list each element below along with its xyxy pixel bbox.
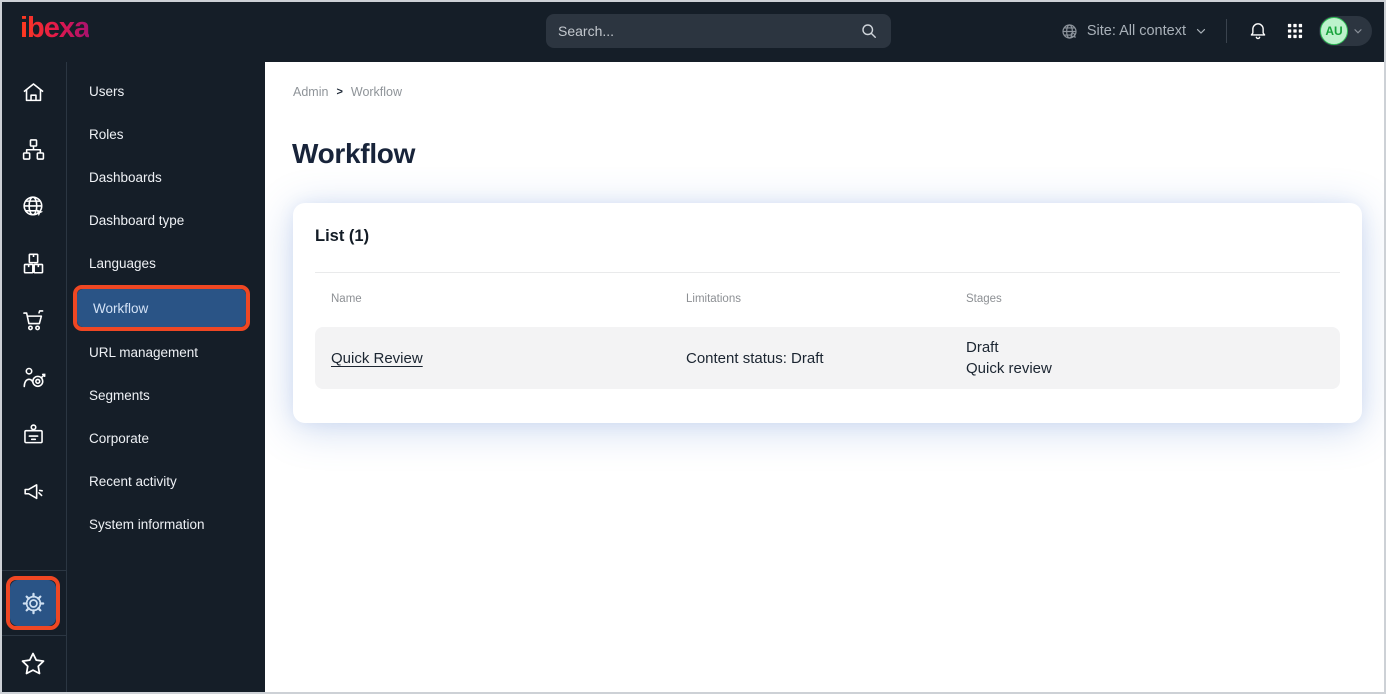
main-nav-rail	[0, 62, 66, 694]
rail-item-commerce[interactable]	[11, 298, 55, 342]
table-row[interactable]: Quick Review Content status: Draft Draft…	[315, 327, 1340, 389]
table-header: Name Limitations Stages	[315, 293, 1340, 305]
sidebar-item-recent-activity[interactable]: Recent activity	[67, 460, 265, 503]
sidebar-item-users[interactable]: Users	[67, 70, 265, 113]
column-header-stages: Stages	[966, 293, 1002, 305]
stage-item: Draft	[966, 339, 999, 356]
rail-item-product-catalog[interactable]	[11, 241, 55, 285]
megaphone-icon	[23, 483, 43, 499]
rail-divider	[0, 570, 66, 571]
chevron-down-icon	[1354, 29, 1362, 34]
rail-bottom-section	[0, 570, 66, 694]
site-context-selector[interactable]: Site: All context	[1060, 22, 1208, 41]
sidebar-item-segments[interactable]: Segments	[67, 374, 265, 417]
star-icon	[21, 652, 45, 675]
workflow-list-card: List (1) Name Limitations Stages Quick R…	[293, 203, 1362, 423]
topbar-right-cluster: Site: All context AU	[1060, 0, 1372, 62]
sidebar-item-workflow[interactable]: Workflow	[77, 289, 246, 327]
topbar: ibexa Site: All context	[0, 0, 1386, 62]
global-search[interactable]	[546, 14, 891, 48]
breadcrumb-admin[interactable]: Admin	[293, 85, 328, 99]
search-icon[interactable]	[859, 21, 879, 41]
notifications-button[interactable]	[1245, 18, 1271, 44]
page-title: Workflow	[292, 138, 416, 169]
annotation-highlight-settings	[6, 576, 60, 630]
rail-item-personalization[interactable]	[11, 355, 55, 399]
sidebar-item-dashboard-type[interactable]: Dashboard type	[67, 199, 265, 242]
chevron-down-icon	[1196, 28, 1206, 34]
annotation-highlight-workflow: Workflow	[73, 285, 250, 331]
admin-menu: Users Roles Dashboards Dashboard type La…	[66, 62, 265, 694]
main-content: Admin > Workflow Workflow List (1) Name …	[265, 62, 1386, 694]
stage-item: Quick review	[966, 360, 1052, 377]
site-globe-cursor-icon	[22, 195, 43, 216]
list-card-title: List (1)	[315, 227, 370, 245]
rail-item-admin-settings[interactable]	[10, 580, 56, 626]
site-context-label: Site: All context	[1086, 23, 1186, 39]
workflow-limitations: Content status: Draft	[686, 349, 824, 367]
grid-icon	[1287, 23, 1303, 39]
bell-icon	[1250, 23, 1266, 40]
shopping-cart-icon	[22, 309, 43, 330]
ibexa-logo[interactable]: ibexa	[20, 12, 90, 45]
rail-item-corporate[interactable]	[11, 412, 55, 456]
personalization-target-icon	[22, 367, 45, 387]
sidebar-item-system-information[interactable]: System information	[67, 503, 265, 546]
breadcrumb-workflow[interactable]: Workflow	[351, 85, 402, 99]
workflow-stages: Draft Quick review	[966, 337, 1324, 379]
user-menu[interactable]: AU	[1319, 16, 1372, 46]
column-header-limitations: Limitations	[686, 293, 741, 305]
sidebar-item-corporate[interactable]: Corporate	[67, 417, 265, 460]
topbar-divider	[1226, 19, 1227, 43]
sidebar-item-languages[interactable]: Languages	[67, 242, 265, 285]
rail-item-content-tree[interactable]	[11, 127, 55, 171]
breadcrumb-separator: >	[336, 86, 343, 98]
card-divider	[315, 272, 1340, 273]
sidebar-item-dashboards[interactable]: Dashboards	[67, 156, 265, 199]
avatar: AU	[1320, 17, 1348, 45]
sidebar-item-roles[interactable]: Roles	[67, 113, 265, 156]
search-input[interactable]	[558, 23, 859, 39]
rail-item-marketing[interactable]	[11, 469, 55, 513]
sidebar-item-url-management[interactable]: URL management	[67, 331, 265, 374]
rail-item-site[interactable]	[11, 184, 55, 228]
site-globe-icon	[1060, 22, 1079, 41]
app-grid-button[interactable]	[1283, 19, 1307, 43]
id-badge-icon	[23, 423, 43, 443]
column-header-name: Name	[331, 293, 362, 305]
content-tree-icon	[22, 138, 44, 160]
product-boxes-icon	[23, 252, 43, 274]
breadcrumb: Admin > Workflow	[293, 85, 402, 99]
rail-item-bookmarks[interactable]	[11, 642, 55, 686]
workflow-name-link[interactable]: Quick Review	[331, 350, 423, 367]
rail-divider	[0, 635, 66, 636]
rail-item-home[interactable]	[11, 70, 55, 114]
home-icon	[22, 82, 44, 101]
gear-icon	[22, 592, 44, 614]
